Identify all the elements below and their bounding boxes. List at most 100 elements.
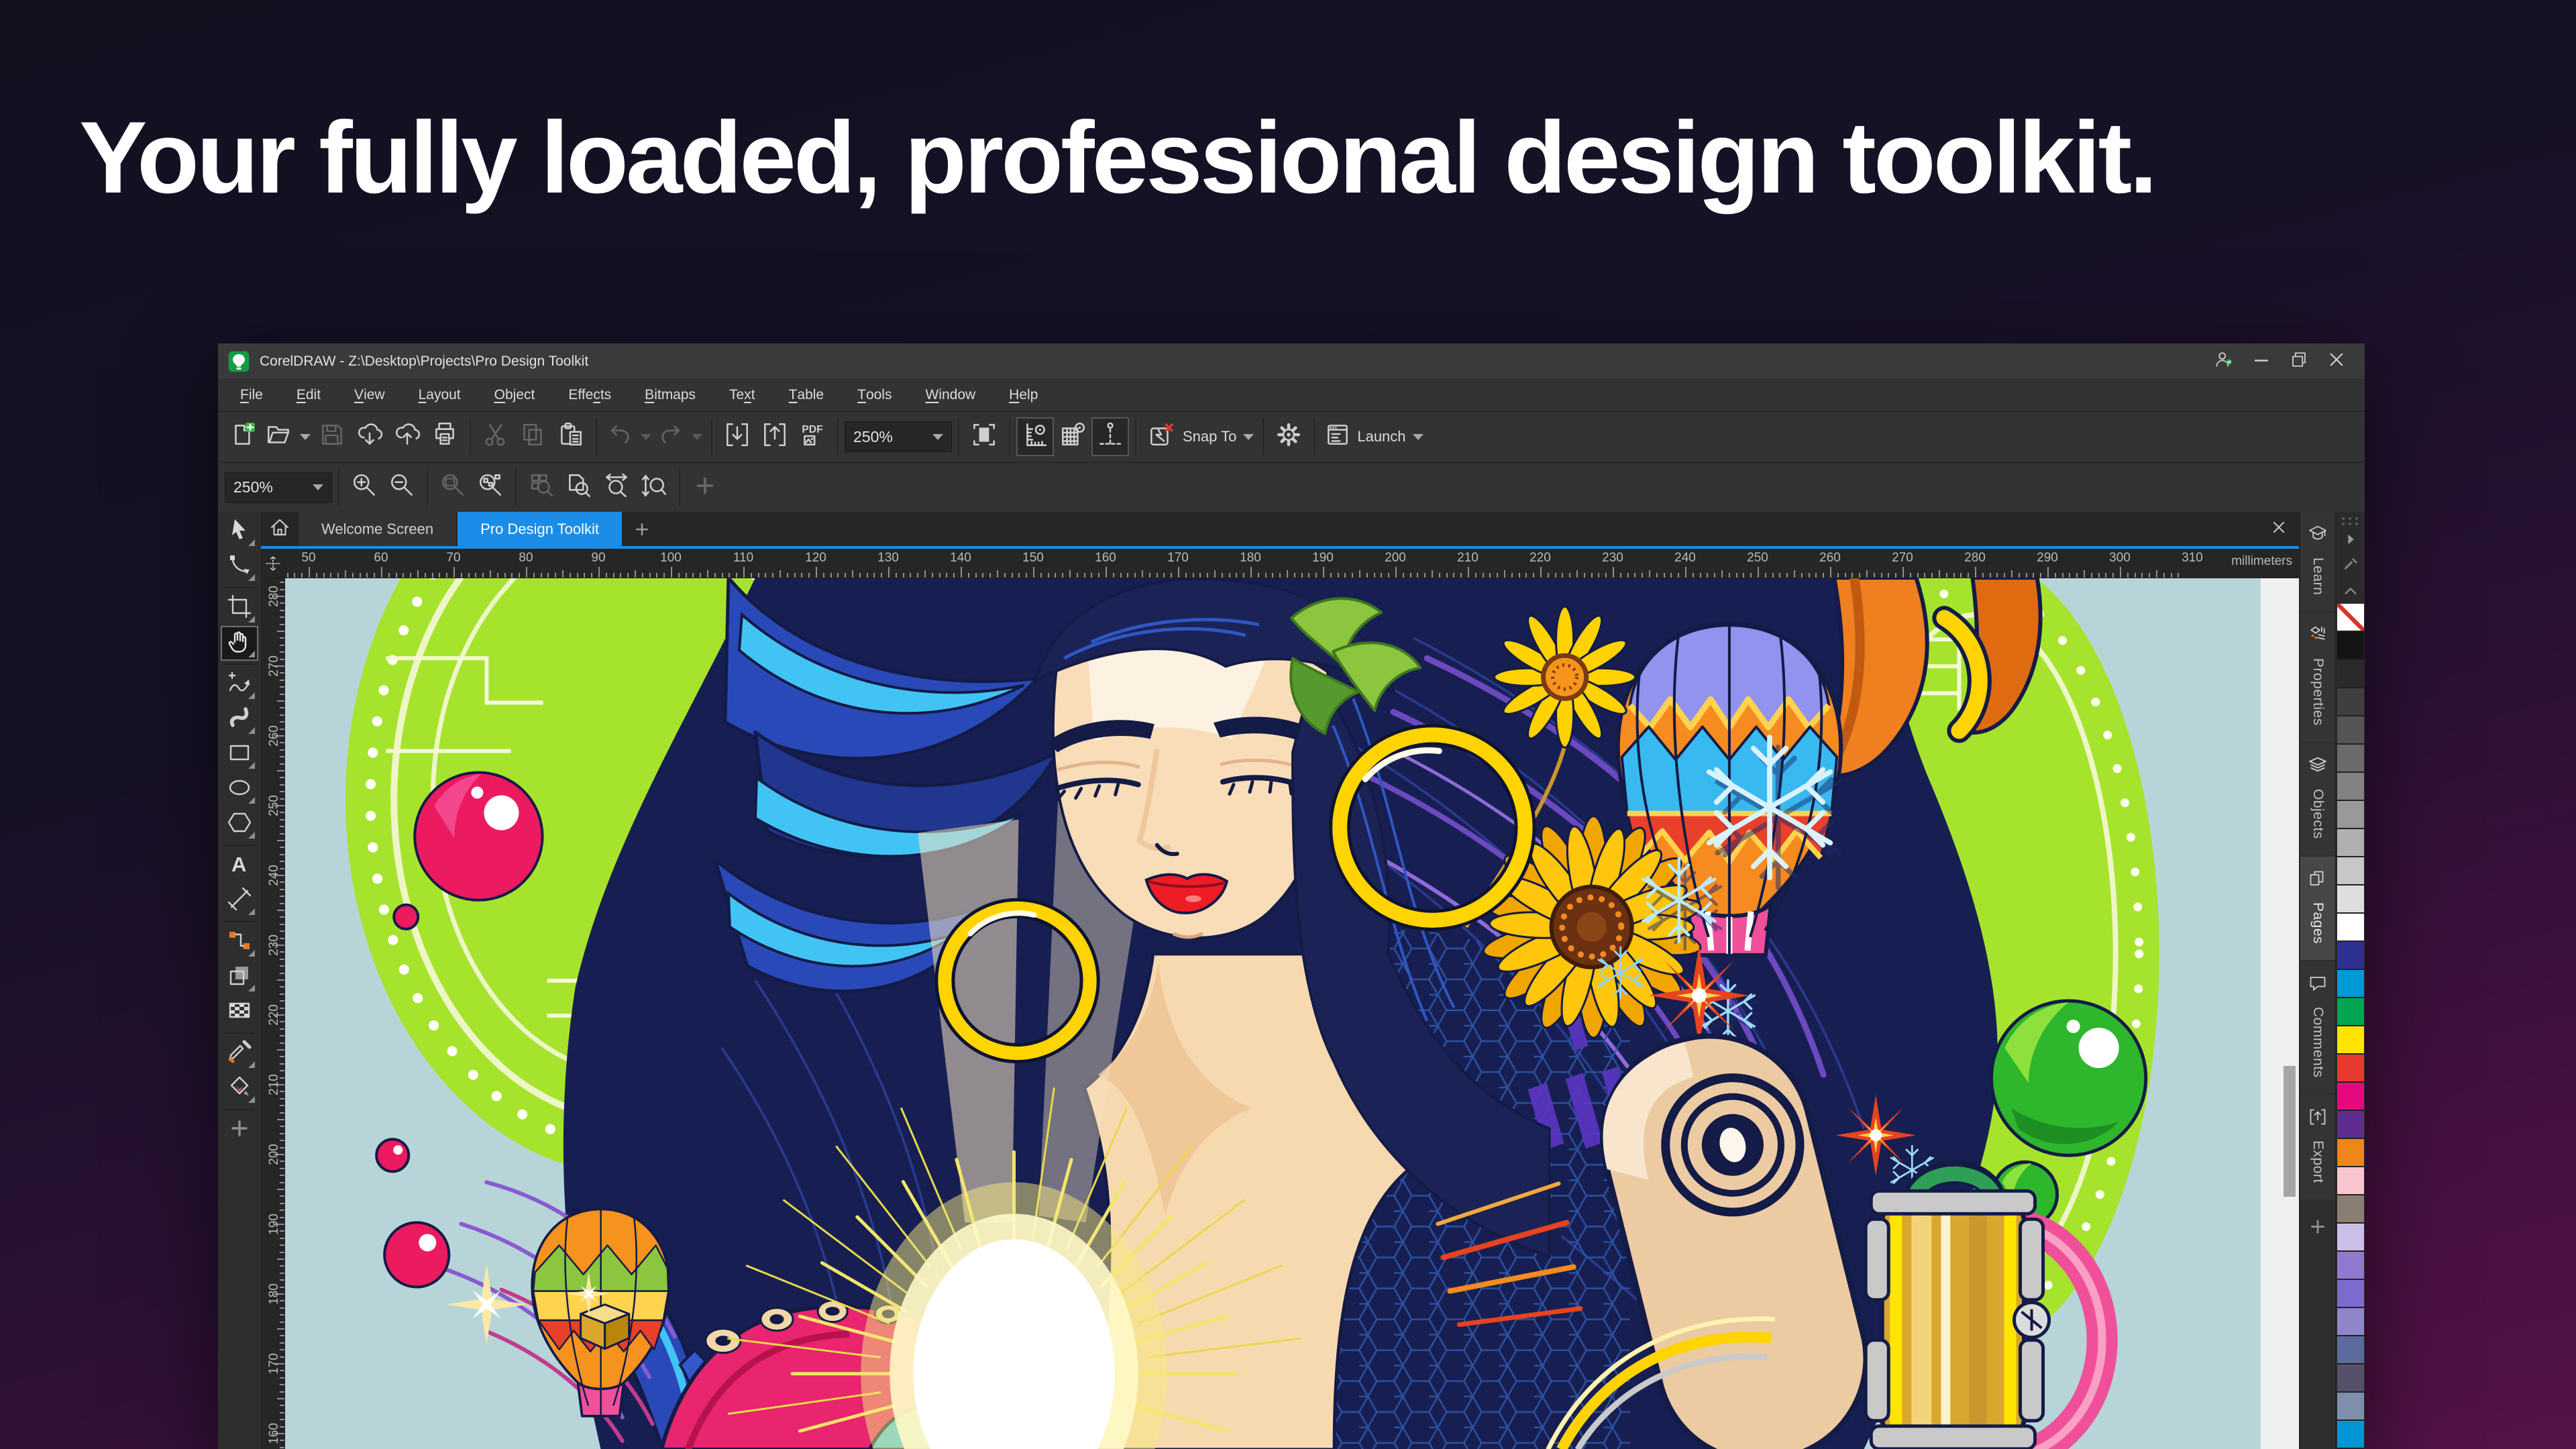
swatch-f08519[interactable]	[2337, 1139, 2364, 1167]
menu-help[interactable]: Help	[992, 380, 1055, 411]
account-button[interactable]	[2205, 347, 2243, 376]
toggle-rulers-button[interactable]	[1016, 417, 1054, 456]
docker-tab-comments[interactable]: Comments	[2300, 961, 2335, 1094]
crop-tool[interactable]	[221, 591, 258, 626]
swatch-0096d6[interactable]	[2337, 1421, 2364, 1449]
polygon-tool[interactable]	[221, 807, 258, 842]
palette-eyedropper-icon[interactable]	[2337, 552, 2365, 578]
palette-drag-grip[interactable]	[2342, 517, 2359, 525]
menu-object[interactable]: Object	[478, 380, 552, 411]
menu-effects[interactable]: Effects	[551, 380, 628, 411]
swatch-9179cf[interactable]	[2337, 1252, 2364, 1280]
swatch-ffe400[interactable]	[2337, 1026, 2364, 1055]
menu-tools[interactable]: Tools	[841, 380, 908, 411]
swatch-828282[interactable]	[2337, 773, 2364, 801]
menu-file[interactable]: File	[223, 380, 280, 411]
vertical-scrollbar[interactable]	[2280, 578, 2299, 1449]
swatch-no-color[interactable]	[2337, 604, 2364, 632]
palette-scroll-up-icon[interactable]	[2337, 578, 2365, 604]
welcome-home-button[interactable]	[261, 512, 299, 546]
zoom-level[interactable]: 250%	[845, 421, 952, 452]
paste-button[interactable]	[552, 417, 590, 456]
title-bar[interactable]: CorelDRAW - Z:\Desktop\Projects\Pro Desi…	[218, 343, 2365, 379]
open-button[interactable]	[262, 417, 313, 456]
drawing-canvas[interactable]	[285, 578, 2280, 1449]
text-tool[interactable]: A	[221, 849, 258, 883]
zoom-width-button[interactable]	[598, 468, 635, 507]
export-button[interactable]	[756, 417, 794, 456]
vertical-ruler[interactable]: 280270260250240230220210200190180170160	[261, 578, 285, 1449]
swatch-3f3f3f[interactable]	[2337, 688, 2364, 716]
close-button[interactable]	[2318, 347, 2355, 376]
eyedropper-tool[interactable]	[221, 1036, 258, 1071]
swatch-e8392e[interactable]	[2337, 1055, 2364, 1083]
swatch-00a651[interactable]	[2337, 998, 2364, 1026]
interactive-fill-tool[interactable]	[221, 1071, 258, 1106]
fit-page-button[interactable]	[965, 417, 1003, 456]
swatch-56506b[interactable]	[2337, 1364, 2364, 1393]
snap-disable-button[interactable]	[1142, 417, 1180, 456]
add-docker-button[interactable]: +	[2300, 1201, 2335, 1254]
snap-to-button[interactable]: Snap To	[1180, 417, 1256, 456]
cloud-upload-button[interactable]	[388, 417, 426, 456]
swatch-2a2a2a[interactable]	[2337, 660, 2364, 688]
zoom-combo[interactable]: 250%	[225, 472, 332, 503]
menu-bitmaps[interactable]: Bitmaps	[628, 380, 712, 411]
new-tab-button[interactable]: +	[623, 512, 661, 546]
restore-button[interactable]	[2280, 347, 2318, 376]
swatch-7e6bd0[interactable]	[2337, 1280, 2364, 1308]
scrollbar-thumb[interactable]	[2284, 1066, 2296, 1197]
dimension-tool[interactable]	[221, 883, 258, 918]
document-tab-welcome-screen[interactable]: Welcome Screen	[299, 512, 456, 546]
menu-view[interactable]: View	[337, 380, 402, 411]
toggle-grid-button[interactable]	[1054, 417, 1091, 456]
docker-tab-learn[interactable]: Learn	[2300, 512, 2335, 611]
ellipse-tool[interactable]	[221, 772, 258, 807]
close-document-button[interactable]	[2259, 512, 2299, 546]
zoom-all-button[interactable]	[472, 468, 509, 507]
swatch-b0b0b0[interactable]	[2337, 829, 2364, 857]
pdf-button[interactable]: PDF	[794, 417, 831, 456]
menu-layout[interactable]: Layout	[402, 380, 478, 411]
artistic-media-tool[interactable]	[221, 702, 258, 737]
swatch-dedede[interactable]	[2337, 885, 2364, 914]
docker-tab-pages[interactable]: Pages	[2300, 857, 2335, 960]
zoom-in-button[interactable]	[345, 468, 383, 507]
zoom-out-button[interactable]	[383, 468, 421, 507]
swatch-8f86c9[interactable]	[2337, 1308, 2364, 1336]
docker-tab-objects[interactable]: Objects	[2300, 743, 2335, 855]
new-document-button[interactable]	[225, 417, 262, 456]
pick-tool[interactable]	[221, 515, 258, 549]
swatch-f8c5cf[interactable]	[2337, 1167, 2364, 1195]
swatch-0099d8[interactable]	[2337, 970, 2364, 998]
menu-text[interactable]: Text	[712, 380, 772, 411]
menu-window[interactable]: Window	[908, 380, 992, 411]
document-tab-pro-design-toolkit[interactable]: Pro Design Toolkit	[458, 512, 622, 546]
shape-tool[interactable]	[221, 549, 258, 584]
menu-edit[interactable]: Edit	[280, 380, 337, 411]
swatch-e5097f[interactable]	[2337, 1083, 2364, 1111]
swatch-999999[interactable]	[2337, 801, 2364, 829]
zoom-height-button[interactable]	[635, 468, 673, 507]
drop-shadow-tool[interactable]	[221, 960, 258, 995]
horizontal-ruler[interactable]: millimeters 5060708090100110120130140150…	[285, 549, 2299, 578]
swatch-ffffff[interactable]	[2337, 914, 2364, 942]
swatch-5c6a9e[interactable]	[2337, 1336, 2364, 1364]
swatch-cbbfe8[interactable]	[2337, 1224, 2364, 1252]
swatch-141414[interactable]	[2337, 632, 2364, 660]
transparency-tool[interactable]	[221, 995, 258, 1030]
launch-button[interactable]: Launch	[1321, 417, 1426, 456]
swatch-555555[interactable]	[2337, 716, 2364, 745]
options-button[interactable]	[1270, 417, 1307, 456]
docker-tab-export[interactable]: Export	[2300, 1095, 2335, 1199]
pan-tool[interactable]	[221, 626, 258, 661]
toggle-guidelines-button[interactable]	[1091, 417, 1129, 456]
print-button[interactable]	[426, 417, 464, 456]
import-button[interactable]	[718, 417, 756, 456]
swatch-6b6b6b[interactable]	[2337, 745, 2364, 773]
connector-tool[interactable]	[221, 925, 258, 960]
swatch-2e3192[interactable]	[2337, 942, 2364, 970]
zoom-to-page-button[interactable]	[560, 468, 598, 507]
swatch-5f2c90[interactable]	[2337, 1111, 2364, 1139]
freehand-tool[interactable]	[221, 667, 258, 702]
